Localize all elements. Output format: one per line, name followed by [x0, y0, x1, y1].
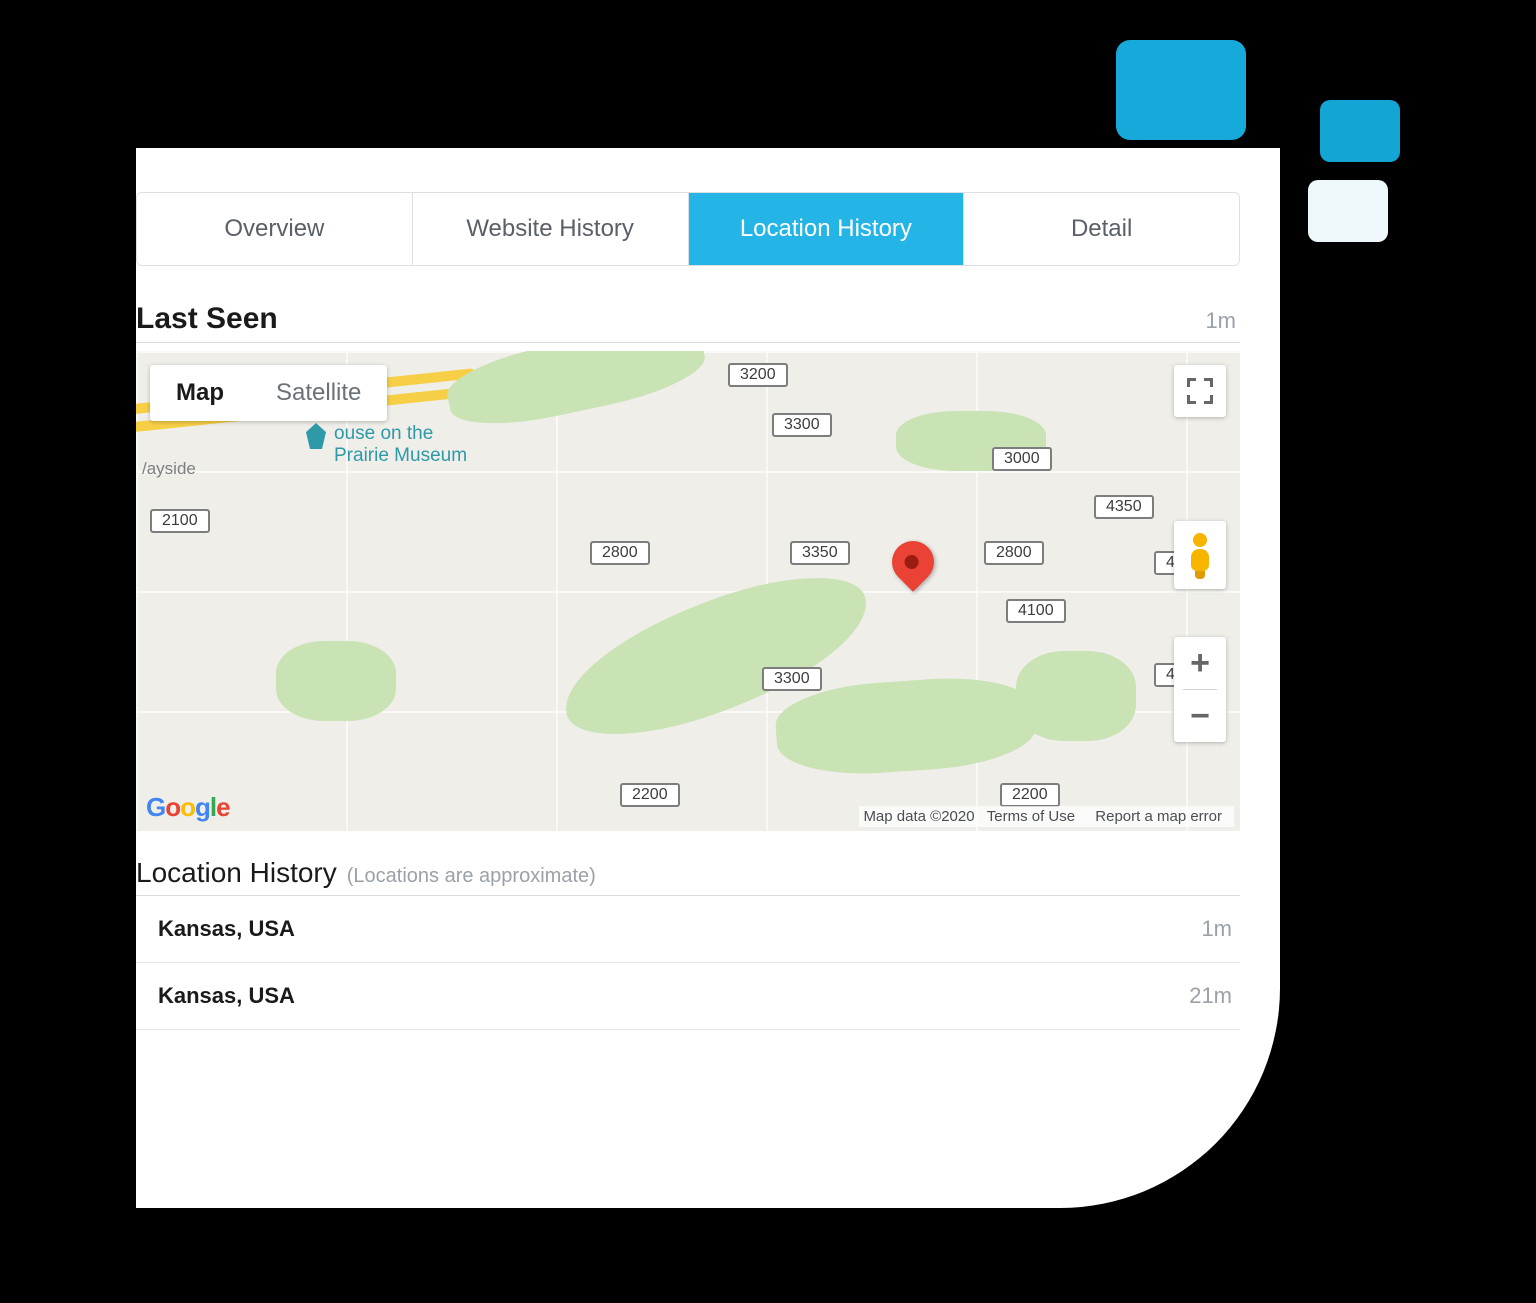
route-shield: 2200	[1000, 783, 1060, 807]
route-shield: 2200	[620, 783, 680, 807]
map-type-toggle: Map Satellite	[150, 365, 387, 421]
google-logo: Google	[146, 792, 230, 823]
fullscreen-button[interactable]	[1174, 365, 1226, 417]
location-time: 21m	[1189, 983, 1232, 1009]
map-canvas[interactable]: Map Satellite ouse on the Prairie Museum…	[136, 351, 1240, 831]
park-area	[1016, 651, 1136, 741]
route-shield: 3000	[992, 447, 1052, 471]
last-seen-time: 1m	[1205, 308, 1236, 334]
pegman-icon	[1188, 533, 1212, 577]
location-time: 1m	[1201, 916, 1232, 942]
location-row[interactable]: Kansas, USA 1m	[136, 896, 1240, 963]
tab-overview[interactable]: Overview	[137, 193, 413, 265]
location-history-note: (Locations are approximate)	[347, 865, 596, 888]
map-data-text: Map data ©2020	[863, 808, 974, 825]
map-type-map[interactable]: Map	[150, 365, 250, 421]
zoom-in-button[interactable]: +	[1174, 637, 1226, 689]
terms-link[interactable]: Terms of Use	[987, 808, 1075, 825]
museum-icon	[306, 423, 326, 449]
tab-website-history[interactable]: Website History	[413, 193, 689, 265]
wayside-label: /ayside	[142, 459, 196, 479]
tab-location-history[interactable]: Location History	[689, 193, 965, 265]
route-shield: 3200	[728, 363, 788, 387]
location-history-heading: Location History (Locations are approxim…	[136, 857, 1240, 896]
decorative-square-1	[1116, 40, 1246, 140]
map-attribution: Map data ©2020 Terms of Use Report a map…	[859, 806, 1234, 827]
map-marker[interactable]	[892, 541, 934, 583]
report-error-link[interactable]: Report a map error	[1095, 808, 1222, 825]
location-place: Kansas, USA	[158, 983, 295, 1009]
main-panel: Overview Website History Location Histor…	[136, 148, 1280, 1208]
park-area	[442, 351, 711, 437]
decorative-square-2	[1320, 100, 1400, 162]
fullscreen-icon	[1187, 378, 1213, 404]
location-place: Kansas, USA	[158, 916, 295, 942]
route-shield: 4100	[1006, 599, 1066, 623]
route-shield: 3300	[762, 667, 822, 691]
streetview-pegman[interactable]	[1174, 521, 1226, 589]
route-shield: 4350	[1094, 495, 1154, 519]
poi-label: ouse on the Prairie Museum	[334, 423, 467, 467]
zoom-out-button[interactable]: −	[1174, 690, 1226, 742]
last-seen-title: Last Seen	[136, 302, 278, 336]
route-shield: 2800	[984, 541, 1044, 565]
route-shield: 2800	[590, 541, 650, 565]
route-shield: 3300	[772, 413, 832, 437]
location-row[interactable]: Kansas, USA 21m	[136, 963, 1240, 1030]
route-shield: 3350	[790, 541, 850, 565]
park-area	[276, 641, 396, 721]
location-history-title: Location History	[136, 857, 337, 889]
last-seen-heading: Last Seen 1m	[136, 302, 1240, 343]
zoom-controls: + −	[1174, 637, 1226, 742]
map-type-satellite[interactable]: Satellite	[250, 365, 387, 421]
route-shield: 2100	[150, 509, 210, 533]
tab-bar: Overview Website History Location Histor…	[136, 192, 1240, 266]
tab-detail[interactable]: Detail	[964, 193, 1239, 265]
decorative-square-3	[1308, 180, 1388, 242]
poi-prairie-museum[interactable]: ouse on the Prairie Museum	[306, 423, 467, 467]
pin-icon	[883, 532, 942, 591]
